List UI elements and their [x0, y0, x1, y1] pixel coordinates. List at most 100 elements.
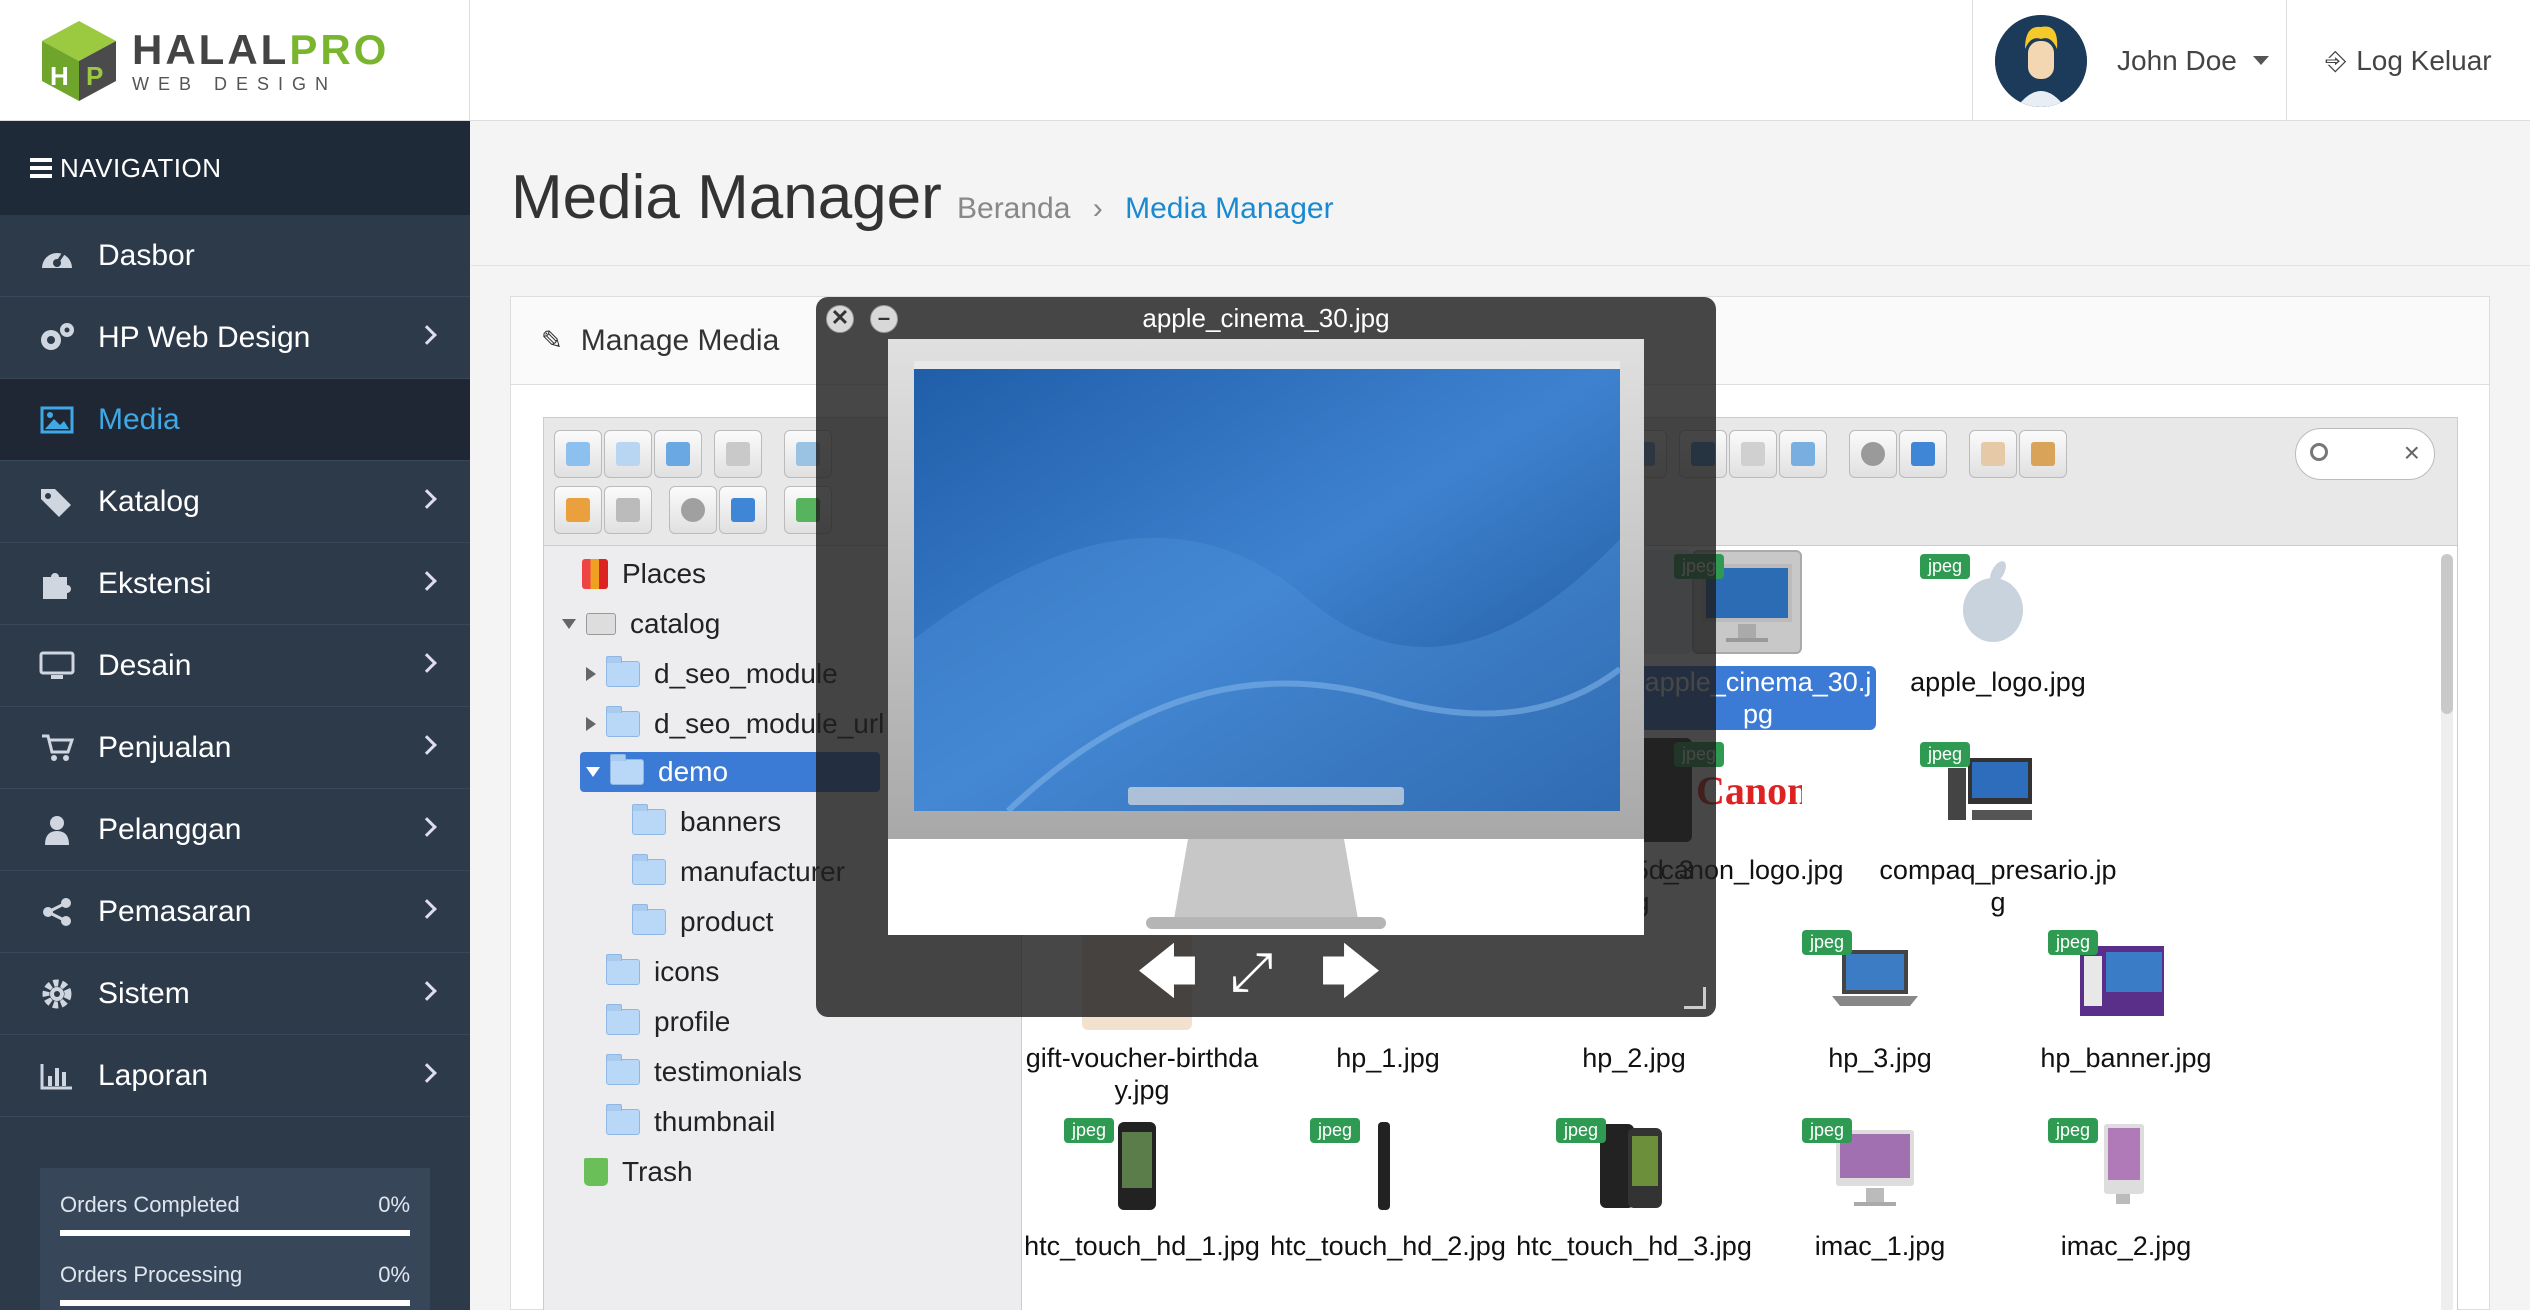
file-tile-apple-logo[interactable]: jpeg apple_logo.jpg [1878, 546, 2118, 732]
trash-icon [584, 1158, 608, 1186]
tree-item-product[interactable]: product [632, 902, 773, 942]
logout-button[interactable]: ⎆ Log Keluar [2286, 0, 2530, 121]
file-name: hp_2.jpg [1582, 1043, 1686, 1073]
archive-button[interactable] [2019, 430, 2067, 478]
chevron-right-icon [417, 1063, 437, 1083]
expand-arrow-icon[interactable] [562, 619, 576, 629]
sidebar-item-laporan[interactable]: Laporan [0, 1035, 470, 1117]
stat-value: 0% [378, 1262, 410, 1287]
chevron-right-icon [417, 571, 437, 591]
preview-button[interactable] [1849, 430, 1897, 478]
chevron-right-icon [417, 325, 437, 345]
menu-bars-icon [30, 154, 52, 182]
sidebar-item-dasbor[interactable]: Dasbor [0, 215, 470, 297]
tree-item-d-seo-module[interactable]: d_seo_module [586, 654, 838, 694]
view-list-button[interactable] [1779, 430, 1827, 478]
resize-handle-icon[interactable] [1684, 987, 1706, 1009]
tree-item-banners[interactable]: banners [632, 802, 781, 842]
search-input[interactable]: × [2295, 428, 2435, 480]
file-tile-imac-2[interactable]: jpeg imac_2.jpg [2006, 1110, 2246, 1296]
help-button[interactable] [719, 486, 767, 534]
tree-item-profile[interactable]: profile [606, 1002, 730, 1042]
file-tile-htc-3[interactable]: jpeg htc_touch_hd_3.jpg [1514, 1110, 1754, 1296]
breadcrumb-home[interactable]: Beranda [957, 192, 1070, 225]
tree-item-testimonials[interactable]: testimonials [606, 1052, 802, 1092]
reload-button[interactable] [714, 430, 762, 478]
close-icon[interactable]: × [2404, 437, 2420, 469]
file-tile-hp-banner[interactable]: jpeg hp_banner.jpg [2006, 922, 2246, 1108]
file-name: htc_touch_hd_1.jpg [1024, 1231, 1260, 1261]
tree-item-label: testimonials [654, 1056, 802, 1087]
quicklook-preview[interactable]: ✕ – apple_cinema_30.jpg 🡄 ⤢ 🡆 [816, 297, 1716, 1017]
sidebar-item-desain[interactable]: Desain [0, 625, 470, 707]
expand-arrow-icon[interactable] [586, 767, 600, 777]
file-tile-imac-1[interactable]: jpeg imac_1.jpg [1760, 1110, 2000, 1296]
tree-item-label: banners [680, 806, 782, 837]
tree-item-thumbnail[interactable]: thumbnail [606, 1102, 775, 1142]
tree-item-trash[interactable]: Trash [584, 1152, 693, 1192]
tree-item-label: product [680, 906, 774, 937]
brand-logo[interactable]: H P HALALPRO WEB DESIGN [0, 0, 470, 121]
jpeg-badge: jpeg [1556, 1118, 1607, 1143]
expand-arrow-icon[interactable] [586, 717, 596, 731]
extract-button[interactable] [1969, 430, 2017, 478]
monitor-icon [38, 651, 76, 681]
breadcrumb-current[interactable]: Media Manager [1125, 192, 1333, 225]
sidebar-item-sistem[interactable]: Sistem [0, 953, 470, 1035]
expand-arrow-icon[interactable] [586, 667, 596, 681]
avatar[interactable] [1995, 14, 2087, 107]
up-button[interactable] [654, 430, 702, 478]
file-name: hp_banner.jpg [2040, 1043, 2212, 1073]
breadcrumb-separator: › [1092, 192, 1103, 225]
sign-out-icon: ⎆ [2325, 44, 2347, 75]
file-tile-htc-1[interactable]: jpeg htc_touch_hd_1.jpg [1022, 1110, 1262, 1296]
sidebar-item-pelanggan[interactable]: Pelanggan [0, 789, 470, 871]
jpeg-badge: jpeg [2048, 1118, 2099, 1143]
file-tile-compaq[interactable]: jpeg compaq_presario.jpg [1878, 734, 2118, 920]
bar-chart-icon [38, 1061, 76, 1091]
sidebar-item-katalog[interactable]: Katalog [0, 461, 470, 543]
preview-image [888, 339, 1644, 935]
top-header: H P HALALPRO WEB DESIGN John Doe ⎆ Log K… [0, 0, 2530, 121]
sidebar-item-penjualan[interactable]: Penjualan [0, 707, 470, 789]
folder-icon [606, 1054, 640, 1085]
info-button[interactable] [1899, 430, 1947, 478]
tree-item-label: catalog [630, 608, 721, 639]
file-name: gift-voucher-birthday.jpg [1025, 1043, 1259, 1105]
settings-button[interactable] [669, 486, 717, 534]
rename-button[interactable] [604, 486, 652, 534]
file-name: imac_1.jpg [1814, 1231, 1946, 1261]
tree-item-label: profile [654, 1006, 731, 1037]
sidebar-item-pemasaran[interactable]: Pemasaran [0, 871, 470, 953]
file-tile-htc-2[interactable]: jpeg htc_touch_hd_2.jpg [1268, 1110, 1508, 1296]
tree-item-places[interactable]: Places [582, 554, 706, 594]
tree-item-catalog[interactable]: catalog [562, 604, 720, 644]
user-name[interactable]: John Doe [2117, 45, 2237, 77]
previous-arrow-icon[interactable]: 🡄 [1136, 937, 1198, 1007]
fullscreen-icon[interactable]: ⤢ [1230, 937, 1273, 1007]
sidebar-item-label: HP Web Design [98, 320, 311, 354]
dashboard-icon [38, 241, 76, 271]
svg-text:P: P [86, 61, 103, 91]
folder-icon [606, 954, 640, 985]
back-button[interactable] [554, 430, 602, 478]
user-menu[interactable]: John Doe [1972, 0, 2286, 121]
tree-item-manufacturer[interactable]: manufacturer [632, 852, 845, 892]
sort-button[interactable] [554, 486, 602, 534]
forward-button[interactable] [604, 430, 652, 478]
view-small-icons-button[interactable] [1729, 430, 1777, 478]
tree-item-label: Places [622, 558, 707, 589]
tree-item-icons[interactable]: icons [606, 952, 719, 992]
panel-title: Manage Media [580, 323, 780, 357]
nav-header: NAVIGATION [0, 121, 470, 215]
preview-title: apple_cinema_30.jpg [1142, 303, 1390, 333]
sidebar-item-media[interactable]: Media [0, 379, 470, 461]
sidebar-item-hp-web-design[interactable]: HP Web Design [0, 297, 470, 379]
jpeg-badge: jpeg [1064, 1118, 1115, 1143]
vertical-scrollbar[interactable] [2441, 554, 2453, 1310]
chevron-down-icon[interactable] [2252, 56, 2269, 65]
next-arrow-icon[interactable]: 🡆 [1320, 937, 1382, 1007]
file-tile-hp-3[interactable]: jpeg hp_3.jpg [1760, 922, 2000, 1108]
file-name: compaq_presario.jpg [1879, 855, 2117, 917]
sidebar-item-ekstensi[interactable]: Ekstensi [0, 543, 470, 625]
